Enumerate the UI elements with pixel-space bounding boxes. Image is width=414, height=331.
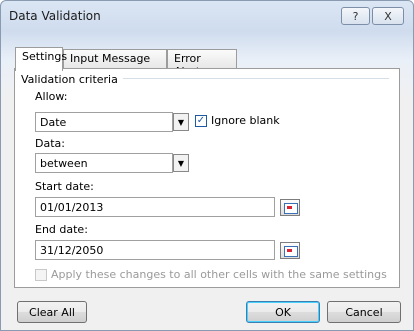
group-divider <box>123 78 389 79</box>
ignore-blank-label: Ignore blank <box>211 114 280 127</box>
start-date-input[interactable]: 01/01/2013 <box>35 197 275 217</box>
allow-value: Date <box>40 116 67 129</box>
end-date-label: End date: <box>35 223 88 236</box>
ok-button[interactable]: OK <box>246 301 320 323</box>
help-icon: ? <box>352 9 359 23</box>
help-button[interactable]: ? <box>341 7 370 25</box>
data-value: between <box>40 157 88 170</box>
allow-label: Allow: <box>35 90 68 103</box>
start-date-value: 01/01/2013 <box>40 201 104 214</box>
settings-panel: Validation criteria Allow: Date ▼ ✓ Igno… <box>14 68 400 288</box>
allow-dropdown-button[interactable]: ▼ <box>173 113 189 131</box>
tab-error-alert[interactable]: Error Alert <box>167 49 237 78</box>
chevron-down-icon: ▼ <box>177 158 185 168</box>
close-button[interactable]: X <box>372 7 404 25</box>
end-date-value: 31/12/2050 <box>40 244 104 257</box>
clear-all-button[interactable]: Clear All <box>17 301 87 323</box>
start-date-label: Start date: <box>35 180 94 193</box>
cancel-button[interactable]: Cancel <box>327 301 401 323</box>
chevron-down-icon: ▼ <box>177 117 185 127</box>
close-icon: X <box>384 9 392 23</box>
apply-all-label: Apply these changes to all other cells w… <box>51 268 387 281</box>
end-date-input[interactable]: 31/12/2050 <box>35 240 275 260</box>
ignore-blank-checkbox[interactable]: ✓ <box>195 115 207 127</box>
start-date-range-picker[interactable] <box>280 199 300 216</box>
dialog-title: Data Validation <box>9 9 101 23</box>
validation-criteria-heading: Validation criteria <box>21 73 118 86</box>
data-dropdown-button[interactable]: ▼ <box>173 154 189 172</box>
tab-input-message[interactable]: Input Message <box>63 49 167 69</box>
tab-settings[interactable]: Settings <box>15 47 67 71</box>
data-validation-dialog: Data Validation ? X Settings Input Messa… <box>0 0 414 331</box>
apply-all-checkbox[interactable] <box>35 269 47 281</box>
allow-select[interactable]: Date <box>35 112 173 132</box>
end-date-range-picker[interactable] <box>280 242 300 259</box>
data-label: Data: <box>35 137 65 150</box>
data-select[interactable]: between <box>35 153 173 173</box>
